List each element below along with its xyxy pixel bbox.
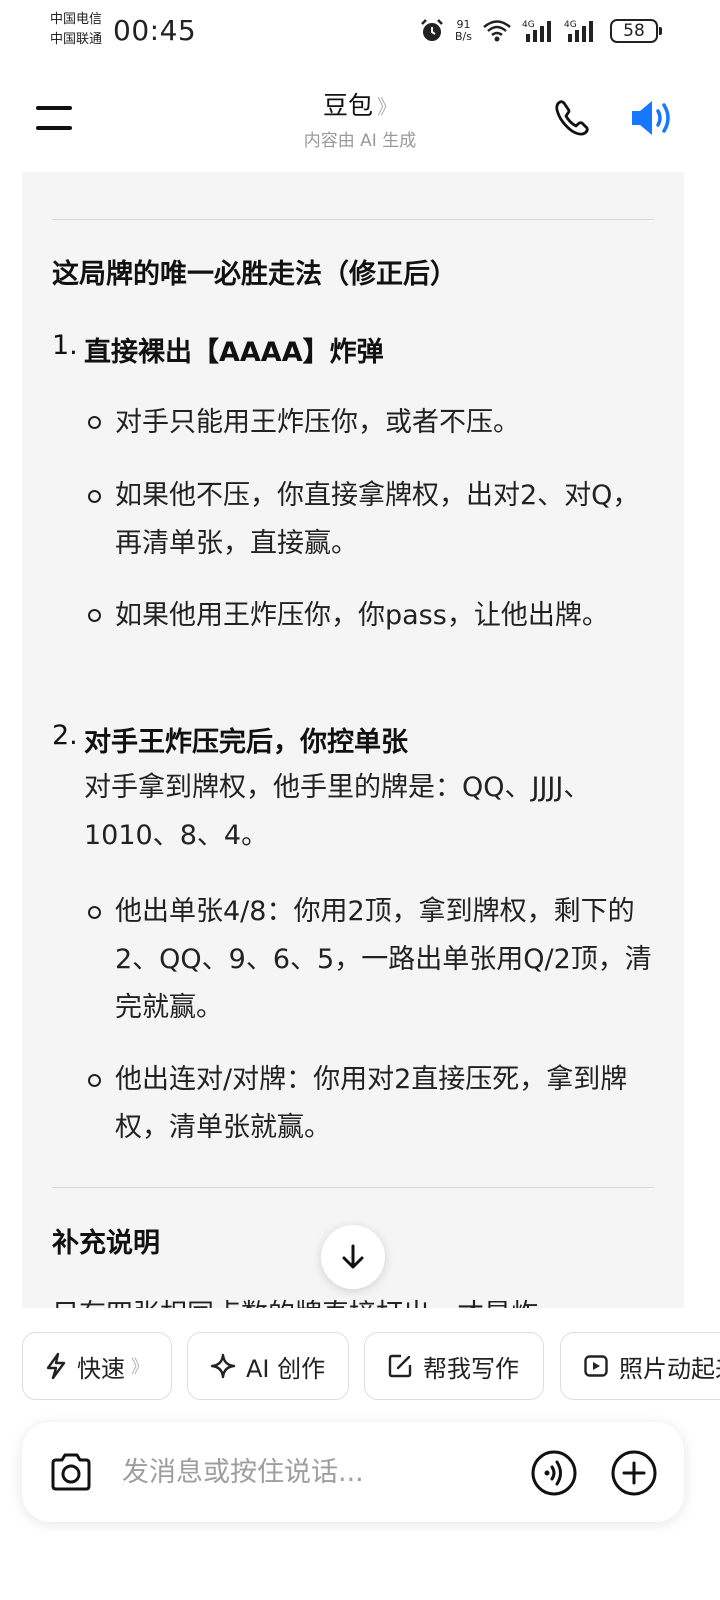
bullet-icon — [88, 609, 101, 622]
svg-text:4G: 4G — [564, 20, 577, 30]
bullet-icon — [88, 1074, 101, 1087]
scroll-to-bottom-button[interactable] — [321, 1225, 385, 1289]
camera-icon[interactable] — [48, 1450, 94, 1494]
step-number: 2. — [52, 720, 78, 751]
status-bar: 中国电信 中国联通 00:45 91 B/s 4G 4G 58 — [0, 0, 720, 64]
status-icons: 91 B/s 4G 4G — [419, 16, 596, 46]
step-paragraph: 对手拿到牌权，他手里的牌是：QQ、JJJJ、1010、8、4。 — [84, 772, 591, 851]
play-icon — [584, 1355, 608, 1377]
ai-disclaimer: 内容由 AI 生成 — [303, 131, 417, 151]
net-speed: 91 B/s — [455, 18, 472, 43]
carrier-1: 中国电信 — [50, 12, 103, 27]
phone-icon[interactable] — [550, 96, 594, 140]
partial-paragraph: 只有四张相同点数的牌直接打出，才是炸 — [52, 1292, 538, 1308]
list-item: 他出单张4/8：你用2顶，拿到牌权，剩下的2、QQ、9、6、5，一路出单张用Q/… — [115, 896, 652, 1023]
list-item: 如果他不压，你直接拿牌权，出对2、对Q，再清单张，直接赢。 — [115, 480, 640, 559]
svg-text:4G: 4G — [522, 20, 535, 30]
bot-name: 豆包》 — [322, 91, 397, 120]
chip-quick-mode[interactable]: 快速》 — [22, 1332, 172, 1400]
lightning-icon — [46, 1352, 66, 1380]
chevron-right-icon: 》 — [131, 1357, 149, 1378]
divider — [52, 1187, 654, 1188]
speaker-icon[interactable] — [628, 96, 676, 140]
quick-action-bar: 快速》 AI 创作 帮我写作 照片动起来 — [0, 1330, 720, 1402]
step-number: 1. — [52, 330, 78, 361]
signal-4g-icon: 4G — [522, 20, 551, 42]
section-heading: 这局牌的唯一必胜走法（修正后） — [52, 259, 457, 290]
carrier-2: 中国联通 — [50, 32, 103, 47]
message-composer — [22, 1422, 684, 1522]
alarm-icon — [421, 19, 443, 41]
sparkle-icon — [210, 1353, 236, 1379]
bullet-icon — [88, 490, 101, 503]
wifi-icon — [483, 20, 511, 42]
plus-icon[interactable] — [610, 1449, 658, 1497]
chip-ai-create[interactable]: AI 创作 — [187, 1332, 349, 1400]
edit-icon — [388, 1354, 412, 1378]
carrier-names: 中国电信 中国联通 — [50, 10, 102, 50]
bullet-icon — [88, 416, 101, 429]
section-heading: 补充说明 — [52, 1228, 160, 1259]
list-item: 他出连对/对牌：你用对2直接压死，拿到牌权，清单张就赢。 — [115, 1064, 628, 1143]
arrow-down-icon — [342, 1244, 364, 1269]
battery-indicator: 58 — [610, 19, 662, 43]
step-title: 对手王炸压完后，你控单张 — [84, 727, 408, 758]
voice-call-icon[interactable] — [530, 1449, 578, 1497]
message-input[interactable] — [122, 1452, 502, 1492]
chevron-right-icon: 》 — [377, 95, 397, 119]
app-header: 豆包》 内容由 AI 生成 — [0, 64, 720, 172]
status-time: 00:45 — [113, 14, 197, 47]
bullet-icon — [88, 906, 101, 919]
list-item: 如果他用王炸压你，你pass，让他出牌。 — [115, 600, 609, 631]
divider — [52, 219, 654, 220]
signal-4g-icon-2: 4G — [564, 20, 593, 42]
chip-writing-help[interactable]: 帮我写作 — [364, 1332, 544, 1400]
menu-icon[interactable] — [36, 104, 74, 132]
list-item: 对手只能用王炸压你，或者不压。 — [115, 407, 520, 438]
ai-answer-card: 这局牌的唯一必胜走法（修正后） 1. 直接裸出【AAAA】炸弹 对手只能用王炸压… — [22, 172, 684, 1308]
chip-animate-photo[interactable]: 照片动起来 — [560, 1332, 720, 1400]
chat-title[interactable]: 豆包》 内容由 AI 生成 — [200, 86, 520, 151]
step-title: 直接裸出【AAAA】炸弹 — [84, 337, 384, 368]
